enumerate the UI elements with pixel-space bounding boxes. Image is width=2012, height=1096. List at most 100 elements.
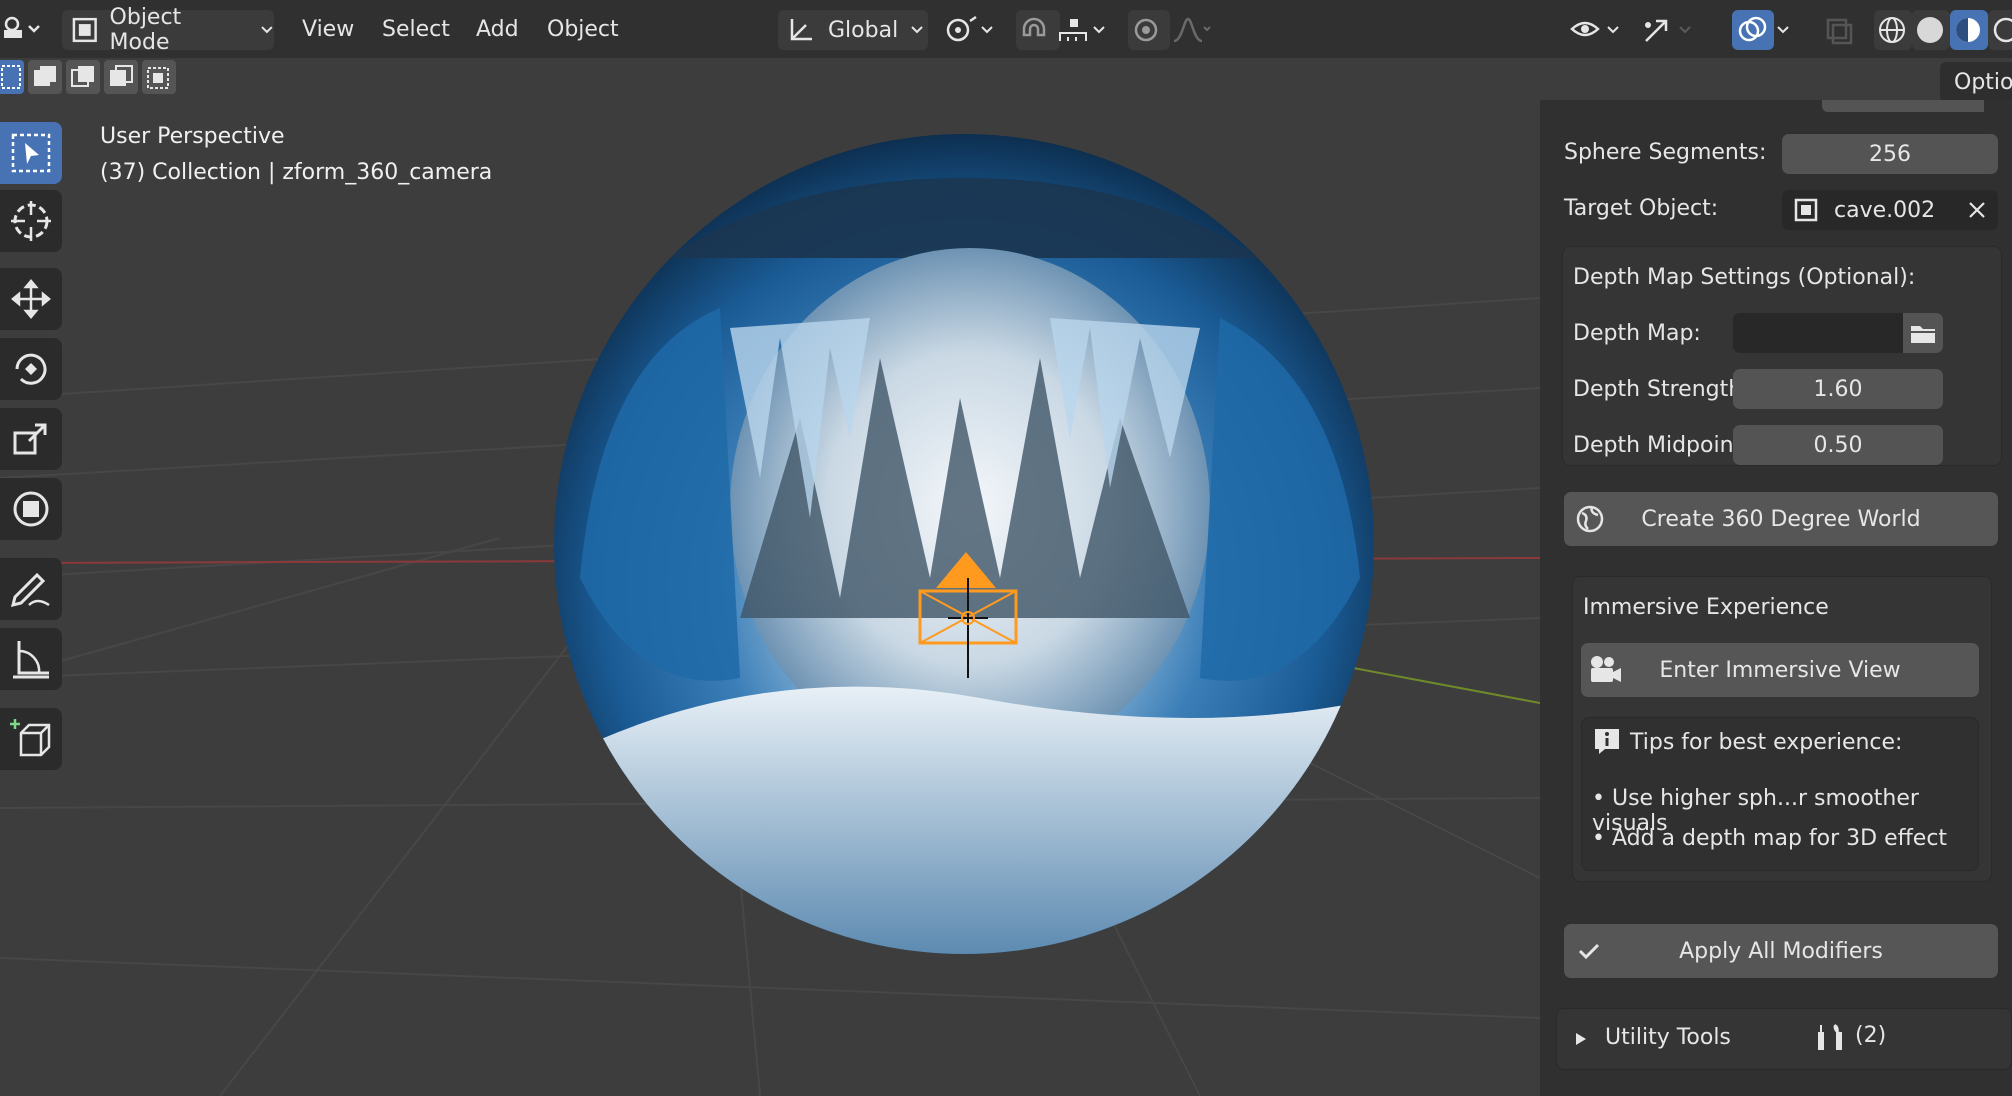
utility-tools-count: (2) <box>1855 1023 1887 1048</box>
xray-icon <box>1826 18 1853 45</box>
tool-select-box[interactable] <box>0 122 62 184</box>
clear-icon[interactable] <box>1966 199 1988 221</box>
menu-add[interactable]: Add <box>476 10 519 48</box>
target-object-label: Target Object: <box>1564 196 1719 221</box>
gizmo-icon <box>1645 19 1668 42</box>
snap-toggle[interactable] <box>1016 10 1060 50</box>
shading-rendered[interactable] <box>1988 10 2012 50</box>
target-object-field[interactable]: cave.002 <box>1782 190 1998 230</box>
cursor-icon <box>11 201 51 241</box>
utility-tools-label: Utility Tools <box>1605 1025 1731 1050</box>
apply-all-modifiers-button[interactable]: Apply All Modifiers <box>1564 924 1998 978</box>
solid-sphere-icon <box>1917 17 1943 43</box>
chevron-down-icon <box>911 26 923 34</box>
tip-item-2: • Add a depth map for 3D effect <box>1592 826 1948 851</box>
world-icon <box>1576 505 1604 533</box>
options-tab[interactable]: Options <box>1940 62 2012 102</box>
select-extend-icon <box>34 66 56 86</box>
chevron-down-icon <box>1679 26 1691 34</box>
select-extend-button[interactable] <box>28 60 62 94</box>
shading-wireframe[interactable] <box>1874 10 1912 50</box>
snap-target-dropdown[interactable] <box>1056 10 1116 50</box>
tool-transform[interactable] <box>0 478 62 540</box>
chevron-down-icon <box>1607 26 1619 34</box>
overlays-icon <box>1738 16 1767 42</box>
rendered-sphere-icon <box>1993 17 2012 43</box>
gizmo-toggle[interactable] <box>1640 10 1702 50</box>
select-invert-icon <box>110 65 133 86</box>
chevron-down-icon <box>981 26 993 34</box>
tips-panel: Tips for best experience: • Use higher s… <box>1581 717 1979 871</box>
depth-map-label: Depth Map: <box>1573 321 1701 346</box>
3d-viewport[interactable]: User Perspective (37) Collection | zform… <box>0 58 1540 1096</box>
selection-mode-row <box>0 60 176 102</box>
sphere-segments-field[interactable]: 256 <box>1782 134 1998 174</box>
xray-toggle[interactable] <box>1822 10 1862 50</box>
menu-select[interactable]: Select <box>382 10 450 48</box>
tools-icon <box>1818 1024 1842 1050</box>
select-new-button[interactable] <box>0 60 24 94</box>
depth-strength-field[interactable]: 1.60 <box>1733 369 1943 409</box>
utility-tools-panel[interactable]: Utility Tools (2) <box>1556 1008 2012 1070</box>
overlays-dropdown[interactable] <box>1776 10 1804 50</box>
depth-midpoint-label: Depth Midpoint: <box>1573 433 1750 458</box>
select-new-icon <box>1 65 21 89</box>
info-icon <box>1595 729 1619 754</box>
pivot-point-dropdown[interactable] <box>942 10 1004 50</box>
tool-rotate[interactable] <box>0 338 62 400</box>
select-invert-button[interactable] <box>104 60 138 94</box>
tool-scale[interactable] <box>0 408 62 470</box>
rotate-icon <box>15 353 47 385</box>
orientation-axes-icon <box>790 19 812 41</box>
depth-midpoint-field[interactable]: 0.50 <box>1733 425 1943 465</box>
proportional-editing-toggle[interactable] <box>1128 10 1170 50</box>
create-360-world-button[interactable]: Create 360 Degree World <box>1564 492 1998 546</box>
orientation-label: Global <box>828 17 899 43</box>
checkmark-icon <box>1578 943 1600 960</box>
overlays-toggle[interactable] <box>1732 10 1774 50</box>
depth-map-browse-button[interactable] <box>1903 313 1943 353</box>
sphere-segments-label: Sphere Segments: <box>1564 140 1767 165</box>
disclosure-triangle-icon <box>1576 1033 1586 1045</box>
transform-orientation-dropdown[interactable]: Global <box>778 10 928 50</box>
visibility-dropdown[interactable] <box>1568 10 1630 50</box>
apply-all-modifiers-label: Apply All Modifiers <box>1679 938 1883 964</box>
menu-object[interactable]: Object <box>547 10 619 48</box>
object-mode-label: Object Mode <box>109 5 182 55</box>
tool-annotate[interactable] <box>0 558 62 620</box>
shading-solid[interactable] <box>1912 10 1950 50</box>
editor-type-menu[interactable] <box>0 10 48 48</box>
add-cube-icon <box>10 719 51 757</box>
object-mode-dropdown[interactable]: Object Mode <box>62 5 274 55</box>
select-subtract-button[interactable] <box>66 60 100 94</box>
enter-immersive-view-button[interactable]: Enter Immersive View <box>1581 643 1979 697</box>
create-360-world-label: Create 360 Degree World <box>1641 506 1921 532</box>
menu-view[interactable]: View <box>302 10 354 48</box>
select-intersect-button[interactable] <box>142 60 176 94</box>
wireframe-sphere-icon <box>1879 17 1905 43</box>
folder-icon <box>1911 326 1935 343</box>
eye-icon <box>1570 21 1600 37</box>
material-sphere-icon <box>1956 18 1980 42</box>
tool-measure[interactable] <box>0 628 62 690</box>
editor-type-icon <box>4 16 40 38</box>
measure-ruler-icon <box>13 641 49 679</box>
transform-icon <box>13 491 49 527</box>
object-mode-icon <box>72 17 97 43</box>
proportional-falloff-dropdown[interactable] <box>1172 10 1228 50</box>
falloff-curve-icon <box>1173 17 1211 43</box>
select-subtract-icon <box>71 66 94 87</box>
depth-map-field[interactable] <box>1733 313 1903 353</box>
immersive-experience-panel: Immersive Experience Enter Immersive Vie… <box>1572 576 1992 882</box>
pivot-point-icon <box>946 15 977 42</box>
object-icon <box>1794 198 1818 222</box>
shading-material-preview[interactable] <box>1950 10 1988 50</box>
header-bar: Object Mode View Select Add Object Globa… <box>0 0 2012 58</box>
tool-move[interactable] <box>0 268 62 330</box>
scale-icon <box>13 423 47 455</box>
annotate-pencil-icon <box>10 572 50 608</box>
select-intersect-icon <box>147 67 169 89</box>
tool-cursor[interactable] <box>0 190 62 252</box>
viewport-scene <box>0 134 1540 1096</box>
tool-add-cube[interactable] <box>0 708 62 770</box>
